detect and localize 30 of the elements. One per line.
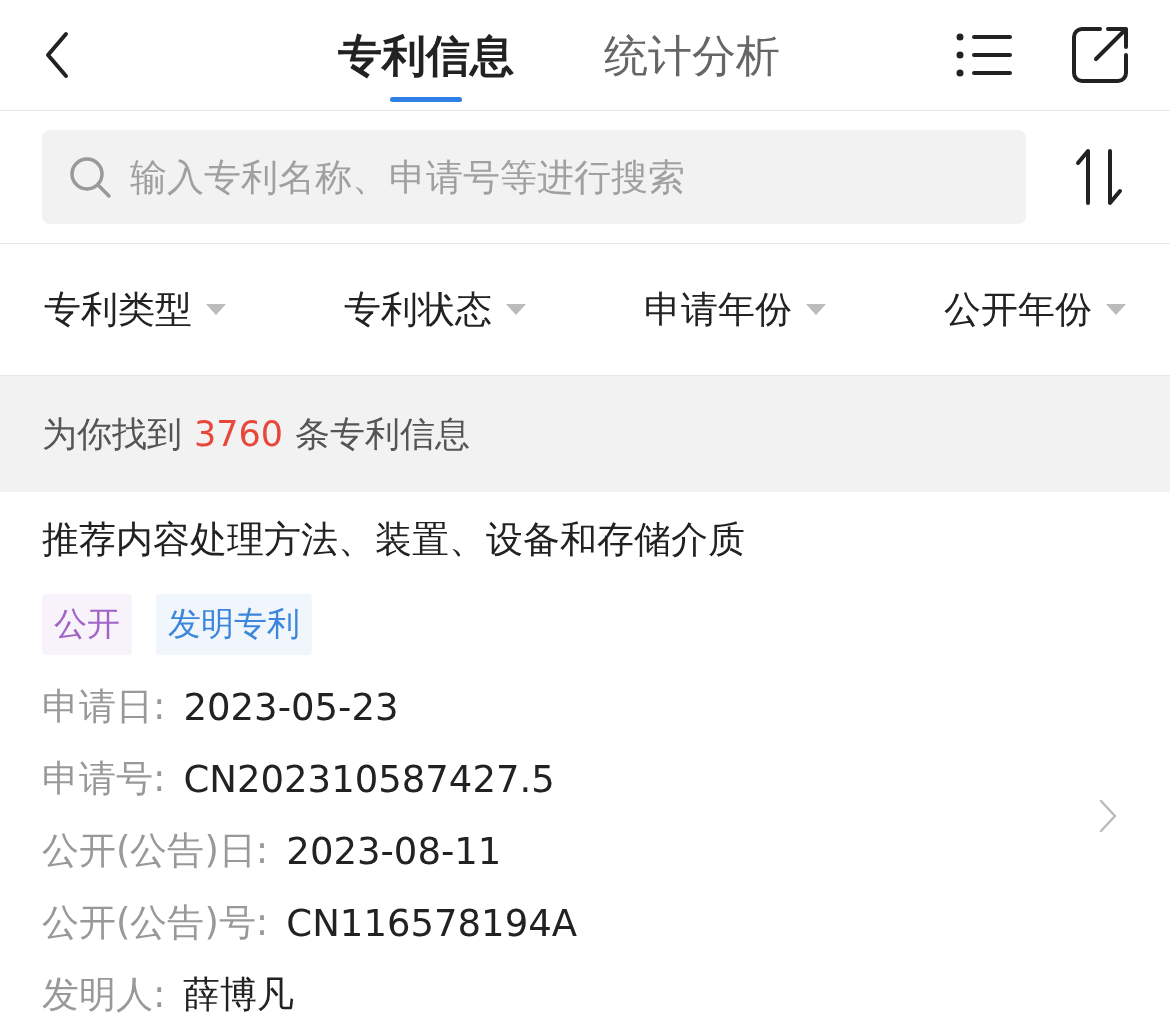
filter-dropdown[interactable]: 专利状态: [344, 284, 526, 335]
caret-icon: [1106, 303, 1126, 316]
result-text: 为你找到: [42, 412, 182, 456]
field-label: 发明人:: [42, 972, 166, 1018]
field-label: 申请号:: [42, 756, 166, 802]
caret-icon: [506, 303, 526, 316]
tag: 公开: [42, 594, 132, 655]
field-label: 公开(公告)号:: [42, 900, 269, 946]
field-label: 公开(公告)日:: [42, 828, 269, 874]
field-label: 申请日:: [42, 684, 166, 730]
sort-icon[interactable]: [1074, 147, 1124, 207]
field-value: CN202310587427.5: [183, 757, 555, 801]
field-value: 薛博凡: [183, 972, 295, 1018]
field-value: CN116578194A: [286, 901, 578, 945]
tab[interactable]: 专利信息: [338, 17, 514, 103]
tab[interactable]: 统计分析: [604, 17, 780, 103]
filter-dropdown[interactable]: 专利类型: [44, 284, 226, 335]
result-count: 3760: [194, 414, 284, 454]
menu-icon[interactable]: [956, 33, 1012, 77]
field-value: 2023-08-11: [286, 829, 502, 873]
tag: 发明专利: [156, 594, 312, 655]
field-value: 2023-05-23: [183, 685, 399, 729]
patent-title[interactable]: 推荐内容处理方法、装置、设备和存储介质: [42, 512, 1128, 568]
result-text: 条专利信息: [295, 412, 471, 456]
search-field[interactable]: 输入专利名称、申请号等进行搜索: [42, 130, 1026, 224]
filter-dropdown[interactable]: 公开年份: [944, 284, 1126, 335]
filter-dropdown[interactable]: 申请年份: [644, 284, 826, 335]
caret-icon: [806, 303, 826, 316]
share-icon[interactable]: [1070, 25, 1130, 85]
caret-icon: [206, 303, 226, 316]
